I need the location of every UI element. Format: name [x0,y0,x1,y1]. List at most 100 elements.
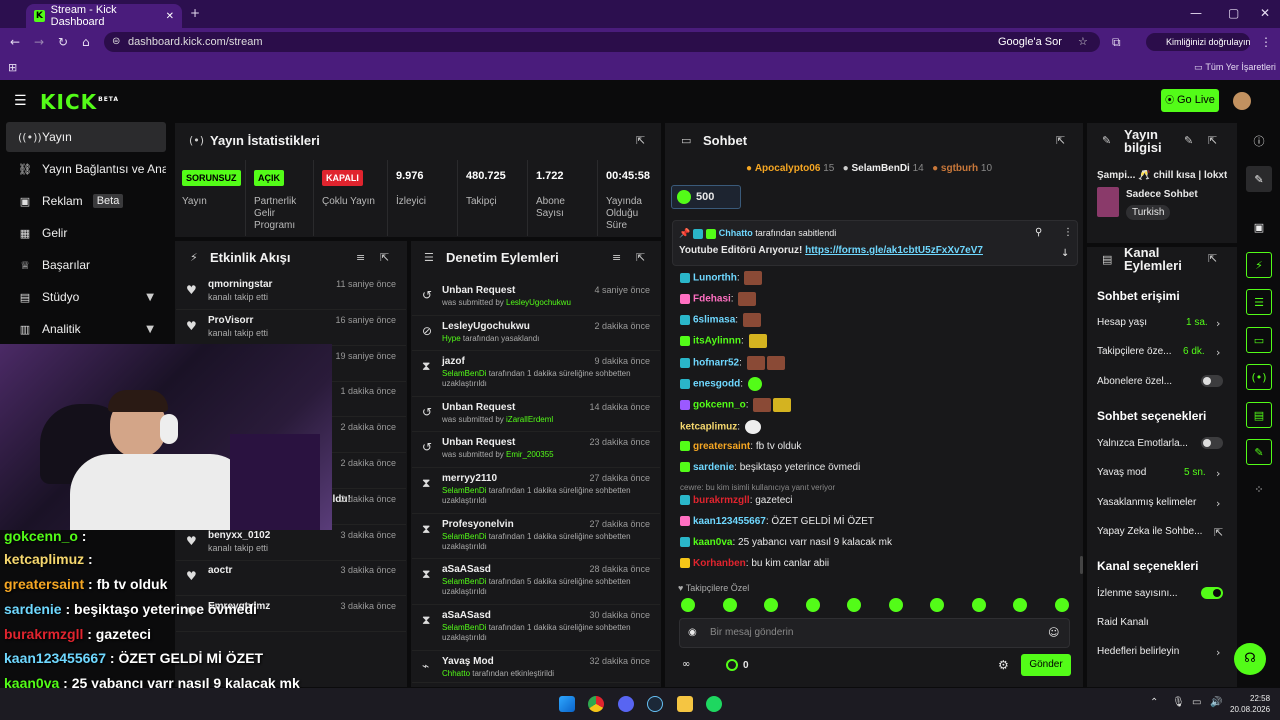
maximize-icon[interactable]: ▢ [1228,6,1239,20]
chat-settings-icon[interactable]: ⚙ [998,658,1009,672]
kicks-gift-counter[interactable]: 500 [671,185,741,209]
table-row[interactable]: ⧗ aSaASasd SelamBenDi tarafından 1 dakik… [412,605,660,651]
sidebar-item-reklam[interactable]: ▣ Reklam Beta [6,186,166,216]
chat-scrollbar[interactable] [1080,556,1083,574]
account-age-setting[interactable]: Hesap yaşı [1097,317,1147,328]
emote-picker-icon[interactable] [764,598,778,612]
table-row[interactable]: ⧗ Profesyonelvin SelamBenDi tarafından 1… [412,514,660,559]
back-icon[interactable]: ← [10,35,20,49]
sidebar-item-gelir[interactable]: ▦ Gelir [6,218,166,248]
forward-icon[interactable]: → [34,35,44,49]
edit-icon[interactable]: ✎ [1184,134,1193,147]
chevron-right-icon[interactable]: › [1216,646,1220,659]
pinned-link[interactable]: https://forms.gle/ak1cbtU5zFxXv7eV7 [805,245,983,256]
popout-icon[interactable]: ⇱ [636,134,645,147]
sidebar-item-analitik[interactable]: ▥ Analitik ▼ [6,314,166,344]
edit-rail-icon[interactable]: ✎ [1246,166,1272,192]
new-tab-icon[interactable]: + [190,6,200,20]
url-field[interactable]: ⊜ dashboard.kick.com/stream Google'a Sor… [104,32,1100,52]
followers-only-setting[interactable]: Takipçilere öze... [1097,346,1171,357]
list-item[interactable]: ♥ qmorningstar kanalı takip etti 11 sani… [176,274,406,310]
site-info-icon[interactable]: ⊜ [112,32,120,52]
table-row[interactable]: ⧗ merryy2110 SelamBenDi tarafından 1 dak… [412,468,660,514]
table-row[interactable]: ↺ Unban Request was submitted by Emir_20… [412,432,660,468]
chevron-right-icon[interactable]: › [1216,467,1220,480]
info-icon[interactable]: ⓘ [1246,128,1272,154]
send-button[interactable]: Gönder [1021,654,1071,676]
media-icon[interactable]: ▣ [1246,214,1272,240]
subscribers-only-setting[interactable]: Abonelere özel... [1097,376,1172,387]
sidebar-item-basarilar[interactable]: ♕ Başarılar [6,250,166,280]
spotify-icon[interactable] [706,696,722,712]
users-icon[interactable]: ∞ [682,659,690,670]
chat-input[interactable]: ◉ Bir mesaj gönderin ☺ [679,618,1070,648]
emote-only-setting[interactable]: Yalnızca Emotlarla... [1097,438,1188,449]
discord-icon[interactable] [618,696,634,712]
chevron-right-icon[interactable]: › [1216,346,1220,359]
go-live-button[interactable]: ⦿ Go Live [1161,89,1219,112]
expand-down-icon[interactable]: ↓ [1061,248,1069,259]
emote-picker-icon[interactable] [930,598,944,612]
view-count-setting[interactable]: İzlenme sayısını... [1097,588,1178,599]
hamburger-menu-icon[interactable]: ☰ [14,93,27,109]
category-name[interactable]: Sadece Sohbet [1126,189,1198,200]
filter-icon[interactable]: ≡ [612,251,621,264]
list-item[interactable]: ♥ aoctr 3 dakika önce [176,560,406,597]
steam-icon[interactable] [647,696,663,712]
emote-picker-icon[interactable] [1013,598,1027,612]
file-explorer-icon[interactable] [677,696,693,712]
stream-info-rail-icon[interactable]: ✎ [1246,439,1272,465]
more-options-icon[interactable]: ⋮ [1063,227,1073,238]
view-count-toggle[interactable] [1201,587,1223,599]
list-item[interactable]: ♥ ProVisorr kanalı takip etti 16 saniye … [176,310,406,346]
slow-mode-setting[interactable]: Yavaş mod [1097,467,1146,478]
volume-icon[interactable]: 🔊 [1210,697,1222,708]
windows-start-icon[interactable] [559,696,575,712]
table-row[interactable]: ⧗ jazof SelamBenDi tarafından 1 dakika s… [412,351,660,397]
google-ask-button[interactable]: Google'a Sor [998,32,1062,52]
close-tab-icon[interactable]: ✕ [166,11,174,22]
apps-grid-icon[interactable]: ⊞ [8,61,17,74]
kick-logo[interactable]: KICKBETA [40,90,119,114]
more-rail-icon[interactable]: ⁘ [1246,476,1272,502]
banned-words-setting[interactable]: Yasaklanmış kelimeler [1097,497,1196,508]
profile-button[interactable]: Kimliğinizi doğrulayın [1146,33,1251,51]
chevron-right-icon[interactable]: › [1216,497,1220,510]
emote-picker-icon[interactable] [805,598,820,612]
popout-icon[interactable]: ⇱ [636,251,645,264]
emote-picker-icon[interactable] [971,598,986,612]
sidebar-item-yayin[interactable]: ((•)) Yayın [6,122,166,152]
bookmark-star-icon[interactable]: ☆ [1078,32,1088,52]
clock[interactable]: 22:58 20.08.2026 [1230,693,1270,715]
external-link-icon[interactable]: ⇱ [1214,526,1223,539]
emote-picker-icon[interactable] [1054,598,1069,612]
emote-picker-icon[interactable] [847,598,861,612]
menu-dots-icon[interactable]: ⋮ [1260,35,1272,49]
unpin-icon[interactable]: ⚲ [1035,227,1042,238]
goals-setting[interactable]: Hedefleri belirleyin [1097,646,1179,657]
table-row[interactable]: ⧗ aSaASasd SelamBenDi tarafından 5 dakik… [412,559,660,605]
raid-setting[interactable]: Raid Kanalı [1097,617,1149,628]
popout-icon[interactable]: ⇱ [1208,252,1217,265]
stats-rail-icon[interactable]: (•) [1246,364,1272,390]
table-row[interactable]: ↺ Unban Request was submitted by LesleyU… [412,280,660,316]
browser-tab[interactable]: K Stream - Kick Dashboard ✕ [26,4,182,28]
activity-rail-icon[interactable]: ⚡ [1246,252,1272,278]
emote-picker-icon[interactable] [722,598,737,612]
table-row[interactable]: ⌁ Yavaş Mod Chhatto tarafından etkinleşt… [412,651,660,683]
popout-icon[interactable]: ⇱ [380,251,389,264]
table-row[interactable]: ⊘ LesleyUgochukwu Hype tarafından yasakl… [412,316,660,351]
emote-only-toggle[interactable] [1201,437,1223,449]
chevron-right-icon[interactable]: › [1216,317,1220,330]
chat-rail-icon[interactable]: ▭ [1246,327,1272,353]
sidebar-item-studyo[interactable]: ▤ Stüdyo ▼ [6,282,166,312]
filter-icon[interactable]: ≡ [356,251,365,264]
extensions-icon[interactable]: ⧉ [1112,35,1121,50]
all-bookmarks[interactable]: ▭ Tüm Yer İşaretleri [1194,62,1276,73]
minimize-icon[interactable]: — [1190,6,1202,20]
moderation-rail-icon[interactable]: ☰ [1246,289,1272,315]
emote-picker-icon[interactable] [681,598,695,612]
monitor-icon[interactable]: ▭ [1192,697,1201,708]
support-headset-icon[interactable]: ☊ [1234,643,1266,675]
emoji-icon[interactable]: ☺ [1048,626,1059,639]
